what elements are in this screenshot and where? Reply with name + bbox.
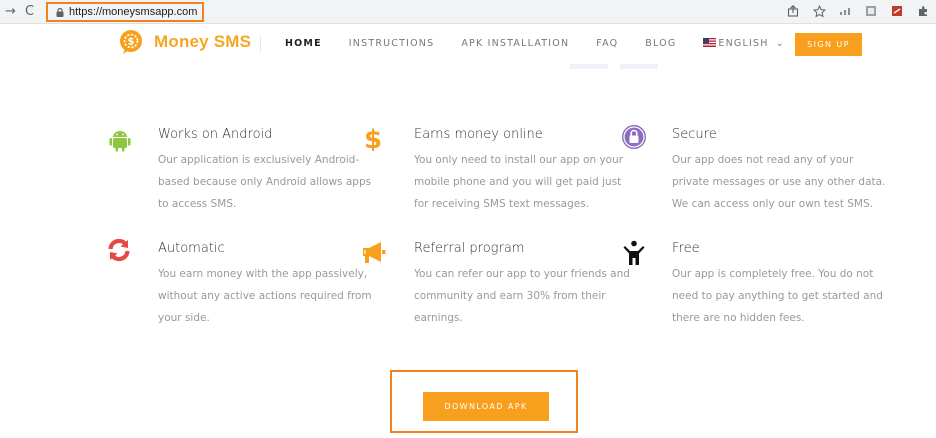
description-line: private messages or use any other data. [672, 176, 886, 188]
description-line: without any active actions required from [158, 290, 372, 302]
feature-description: Our application is exclusively Android- … [158, 149, 371, 215]
description-line: You can refer our app to your friends an… [414, 268, 630, 280]
megaphone-icon [363, 242, 386, 263]
description-line: Our app is completely free. You do not [672, 268, 874, 280]
feature-description: You only need to install our app on your… [414, 149, 623, 215]
feature-description: Our app is completely free. You do not n… [672, 263, 883, 329]
description-line: community and earn 30% from their [414, 290, 606, 302]
description-line: We can access only our own test SMS. [672, 198, 873, 210]
us-flag-icon [703, 38, 717, 47]
puzzle-icon[interactable] [916, 4, 930, 18]
main-menu: HOME INSTRUCTIONS APK INSTALLATION FAQ B… [285, 38, 812, 49]
dollar-icon: $ [364, 125, 382, 151]
lock-circle-icon [622, 125, 646, 149]
svg-text:$: $ [364, 125, 382, 151]
address-bar[interactable]: https://moneysmsapp.com [46, 2, 204, 22]
menu-item-faq[interactable]: FAQ [596, 38, 618, 49]
feature-description: You earn money with the app passively, w… [158, 263, 372, 329]
red-extension-icon[interactable] [890, 4, 904, 18]
feature-description: Our app does not read any of your privat… [672, 149, 885, 215]
decorative-tab [570, 64, 608, 69]
sign-up-button[interactable]: SIGN UP [795, 33, 862, 56]
description-line: for receiving SMS text messages. [414, 198, 590, 210]
feature-title: Works on Android [158, 127, 273, 142]
description-line: mobile phone and you will get paid just [414, 176, 622, 188]
description-line: Our app does not read any of your [672, 154, 854, 166]
site-logo[interactable]: $ Money SMS [118, 29, 251, 55]
android-icon [109, 131, 131, 152]
description-line: Our application is exclusively Android- [158, 154, 360, 166]
brand-name: Money SMS [154, 32, 252, 51]
lock-icon [56, 8, 64, 17]
person-icon [623, 240, 645, 265]
description-line: there are no hidden fees. [672, 312, 805, 324]
feature-title: Earns money online [414, 127, 543, 142]
feature-title: Automatic [158, 241, 225, 256]
description-line: to access SMS. [158, 198, 237, 210]
menu-item-instructions[interactable]: INSTRUCTIONS [349, 38, 435, 49]
feature-description: You can refer our app to your friends an… [414, 263, 630, 329]
share-icon[interactable] [786, 4, 800, 18]
menu-item-home[interactable]: HOME [285, 38, 322, 49]
header-divider [260, 36, 261, 52]
description-line: need to pay anything to get started and [672, 290, 883, 302]
feature-title: Free [672, 241, 700, 256]
bookmark-extension-icon[interactable] [864, 4, 878, 18]
browser-actions [786, 4, 930, 18]
description-line: You only need to install our app on your [414, 154, 624, 166]
feature-title: Secure [672, 127, 717, 142]
menu-item-apk-installation[interactable]: APK INSTALLATION [461, 38, 569, 49]
language-label: ENGLISH [718, 38, 769, 49]
svg-text:$: $ [128, 37, 135, 48]
decorative-tab [620, 64, 658, 69]
reload-icon[interactable]: C [25, 4, 34, 19]
chevron-down-icon: ⌄ [775, 38, 785, 49]
language-selector[interactable]: ENGLISH ⌄ [703, 38, 785, 49]
description-line: You earn money with the app passively, [158, 268, 368, 280]
description-line: your side. [158, 312, 210, 324]
url-text: https://moneysmsapp.com [69, 6, 198, 18]
refresh-icon [108, 238, 130, 262]
site-header: $ Money SMS HOME INSTRUCTIONS APK INSTAL… [0, 24, 936, 64]
feature-title: Referral program [414, 241, 525, 256]
download-apk-button[interactable]: DOWNLOAD APK [423, 392, 549, 421]
back-arrow-icon[interactable]: → [5, 4, 16, 19]
menu-item-blog[interactable]: BLOG [645, 38, 676, 49]
star-icon[interactable] [812, 4, 826, 18]
grid-extension-icon[interactable] [838, 4, 852, 18]
description-line: earnings. [414, 312, 463, 324]
browser-toolbar: → C https://moneysmsapp.com [0, 0, 936, 24]
description-line: based because only Android allows apps [158, 176, 372, 188]
money-sms-logo-icon: $ [120, 30, 142, 54]
